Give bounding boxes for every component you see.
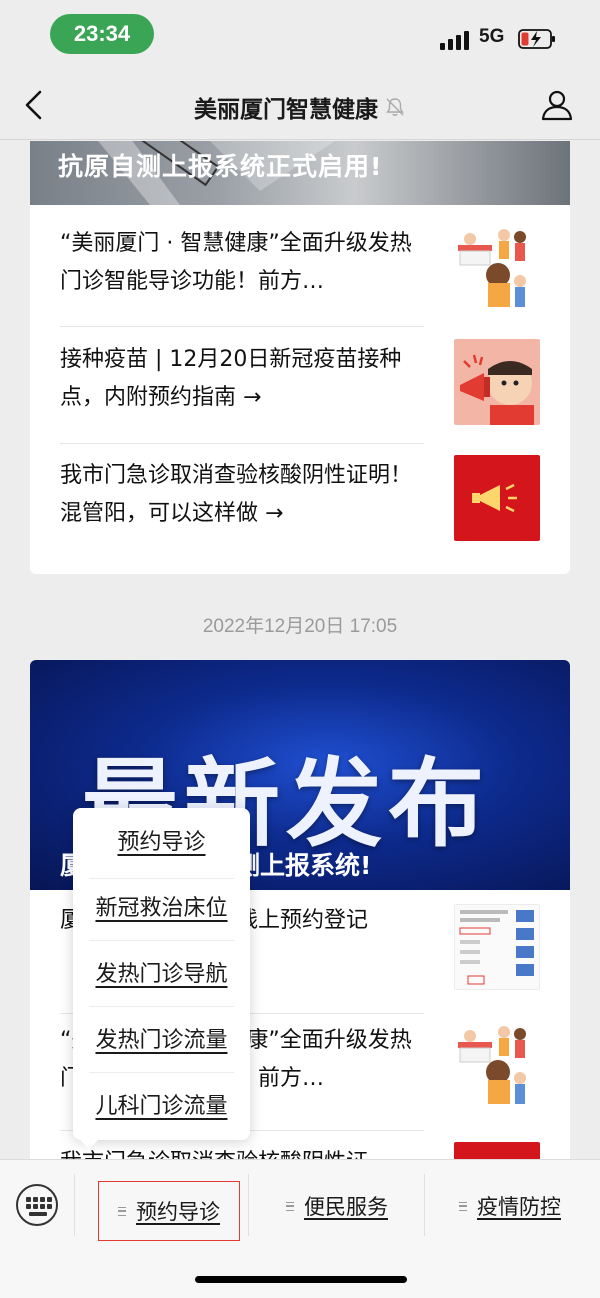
divider bbox=[89, 1072, 234, 1073]
article-thumbnail bbox=[454, 455, 540, 541]
article-item-title: “美丽厦门 · 智慧健康”全面升级发热门诊智能导诊功能！前方… bbox=[60, 231, 412, 294]
divider bbox=[60, 443, 424, 444]
menu-tab-label: 预约导诊 bbox=[136, 1200, 220, 1224]
article-item[interactable]: 我市门急诊取消查验核酸阴性证 bbox=[60, 1138, 540, 1159]
status-time: 23:34 bbox=[50, 14, 154, 54]
divider bbox=[60, 326, 424, 327]
signal-icon bbox=[440, 28, 470, 50]
divider bbox=[89, 1006, 234, 1007]
article-item-title: 我市门急诊取消查验核酸阴性证 bbox=[60, 1144, 422, 1159]
article-thumbnail bbox=[454, 339, 540, 425]
message-timestamp: 2022年12月20日 17:05 bbox=[202, 616, 398, 637]
article-item-title: 接种疫苗 | 12月20日新冠疫苗接种点，内附预约指南 → bbox=[60, 347, 402, 410]
divider bbox=[424, 1174, 425, 1236]
article-thumbnail bbox=[454, 904, 540, 990]
bottom-menu-bar: 预约导诊 便民服务 疫情防控 bbox=[0, 1159, 600, 1298]
submenu-item-covid-beds[interactable]: 新冠救治床位 bbox=[73, 876, 250, 942]
submenu-popup: 预约导诊 新冠救治床位 发热门诊导航 发热门诊流量 儿科门诊流量 bbox=[73, 808, 250, 1140]
menu-tab-services[interactable]: 便民服务 bbox=[252, 1186, 422, 1226]
article-item-title: 我市门急诊取消查验核酸阴性证明！混管阳，可以这样做 → bbox=[60, 463, 413, 526]
submenu-item-pediatric-flow[interactable]: 儿科门诊流量 bbox=[73, 1074, 250, 1140]
menu-lines-icon bbox=[118, 1206, 126, 1216]
submenu-item-appointment[interactable]: 预约导诊 bbox=[73, 810, 250, 876]
nav-bar: 美丽厦门智慧健康 bbox=[0, 70, 600, 140]
page-title: 美丽厦门智慧健康 bbox=[0, 90, 600, 124]
article-item[interactable]: “美丽厦门 · 智慧健康”全面升级发热门诊智能导诊功能！前方… bbox=[60, 219, 540, 335]
article-item[interactable]: 接种疫苗 | 12月20日新冠疫苗接种点，内附预约指南 → bbox=[60, 335, 540, 451]
status-bar: 23:34 5G bbox=[0, 0, 600, 70]
menu-tab-label: 疫情防控 bbox=[477, 1195, 561, 1219]
battery-charging-icon bbox=[518, 29, 555, 49]
keyboard-icon[interactable] bbox=[16, 1184, 58, 1226]
article-thumbnail bbox=[454, 223, 540, 309]
submenu-item-fever-clinic-nav[interactable]: 发热门诊导航 bbox=[73, 942, 250, 1008]
menu-lines-icon bbox=[459, 1201, 467, 1211]
person-icon[interactable] bbox=[540, 88, 574, 122]
page-title-text: 美丽厦门智慧健康 bbox=[194, 97, 378, 123]
bell-off-icon bbox=[386, 98, 404, 116]
popup-pointer bbox=[80, 1140, 98, 1149]
divider bbox=[89, 940, 234, 941]
divider bbox=[248, 1174, 249, 1236]
divider bbox=[74, 1174, 75, 1236]
submenu-item-fever-clinic-flow[interactable]: 发热门诊流量 bbox=[73, 1008, 250, 1074]
article-card[interactable]: 抗原自测上报系统正式启用! “美丽厦门 · 智慧健康”全面升级发热门诊智能导诊功… bbox=[30, 141, 570, 574]
article-item[interactable]: 我市门急诊取消查验核酸阴性证明！混管阳，可以这样做 → bbox=[60, 451, 540, 567]
menu-tab-epidemic-control[interactable]: 疫情防控 bbox=[430, 1186, 590, 1226]
home-indicator[interactable] bbox=[195, 1276, 407, 1283]
cover-title: 抗原自测上报系统正式启用! bbox=[58, 152, 383, 181]
menu-lines-icon bbox=[286, 1201, 294, 1211]
article-thumbnail bbox=[454, 1020, 540, 1106]
article-cover-image[interactable]: 抗原自测上报系统正式启用! bbox=[30, 141, 570, 205]
article-thumbnail bbox=[454, 1142, 540, 1159]
menu-tab-appointment[interactable]: 预约导诊 bbox=[98, 1181, 240, 1241]
menu-tab-label: 便民服务 bbox=[304, 1195, 388, 1219]
network-type: 5G bbox=[479, 26, 505, 47]
